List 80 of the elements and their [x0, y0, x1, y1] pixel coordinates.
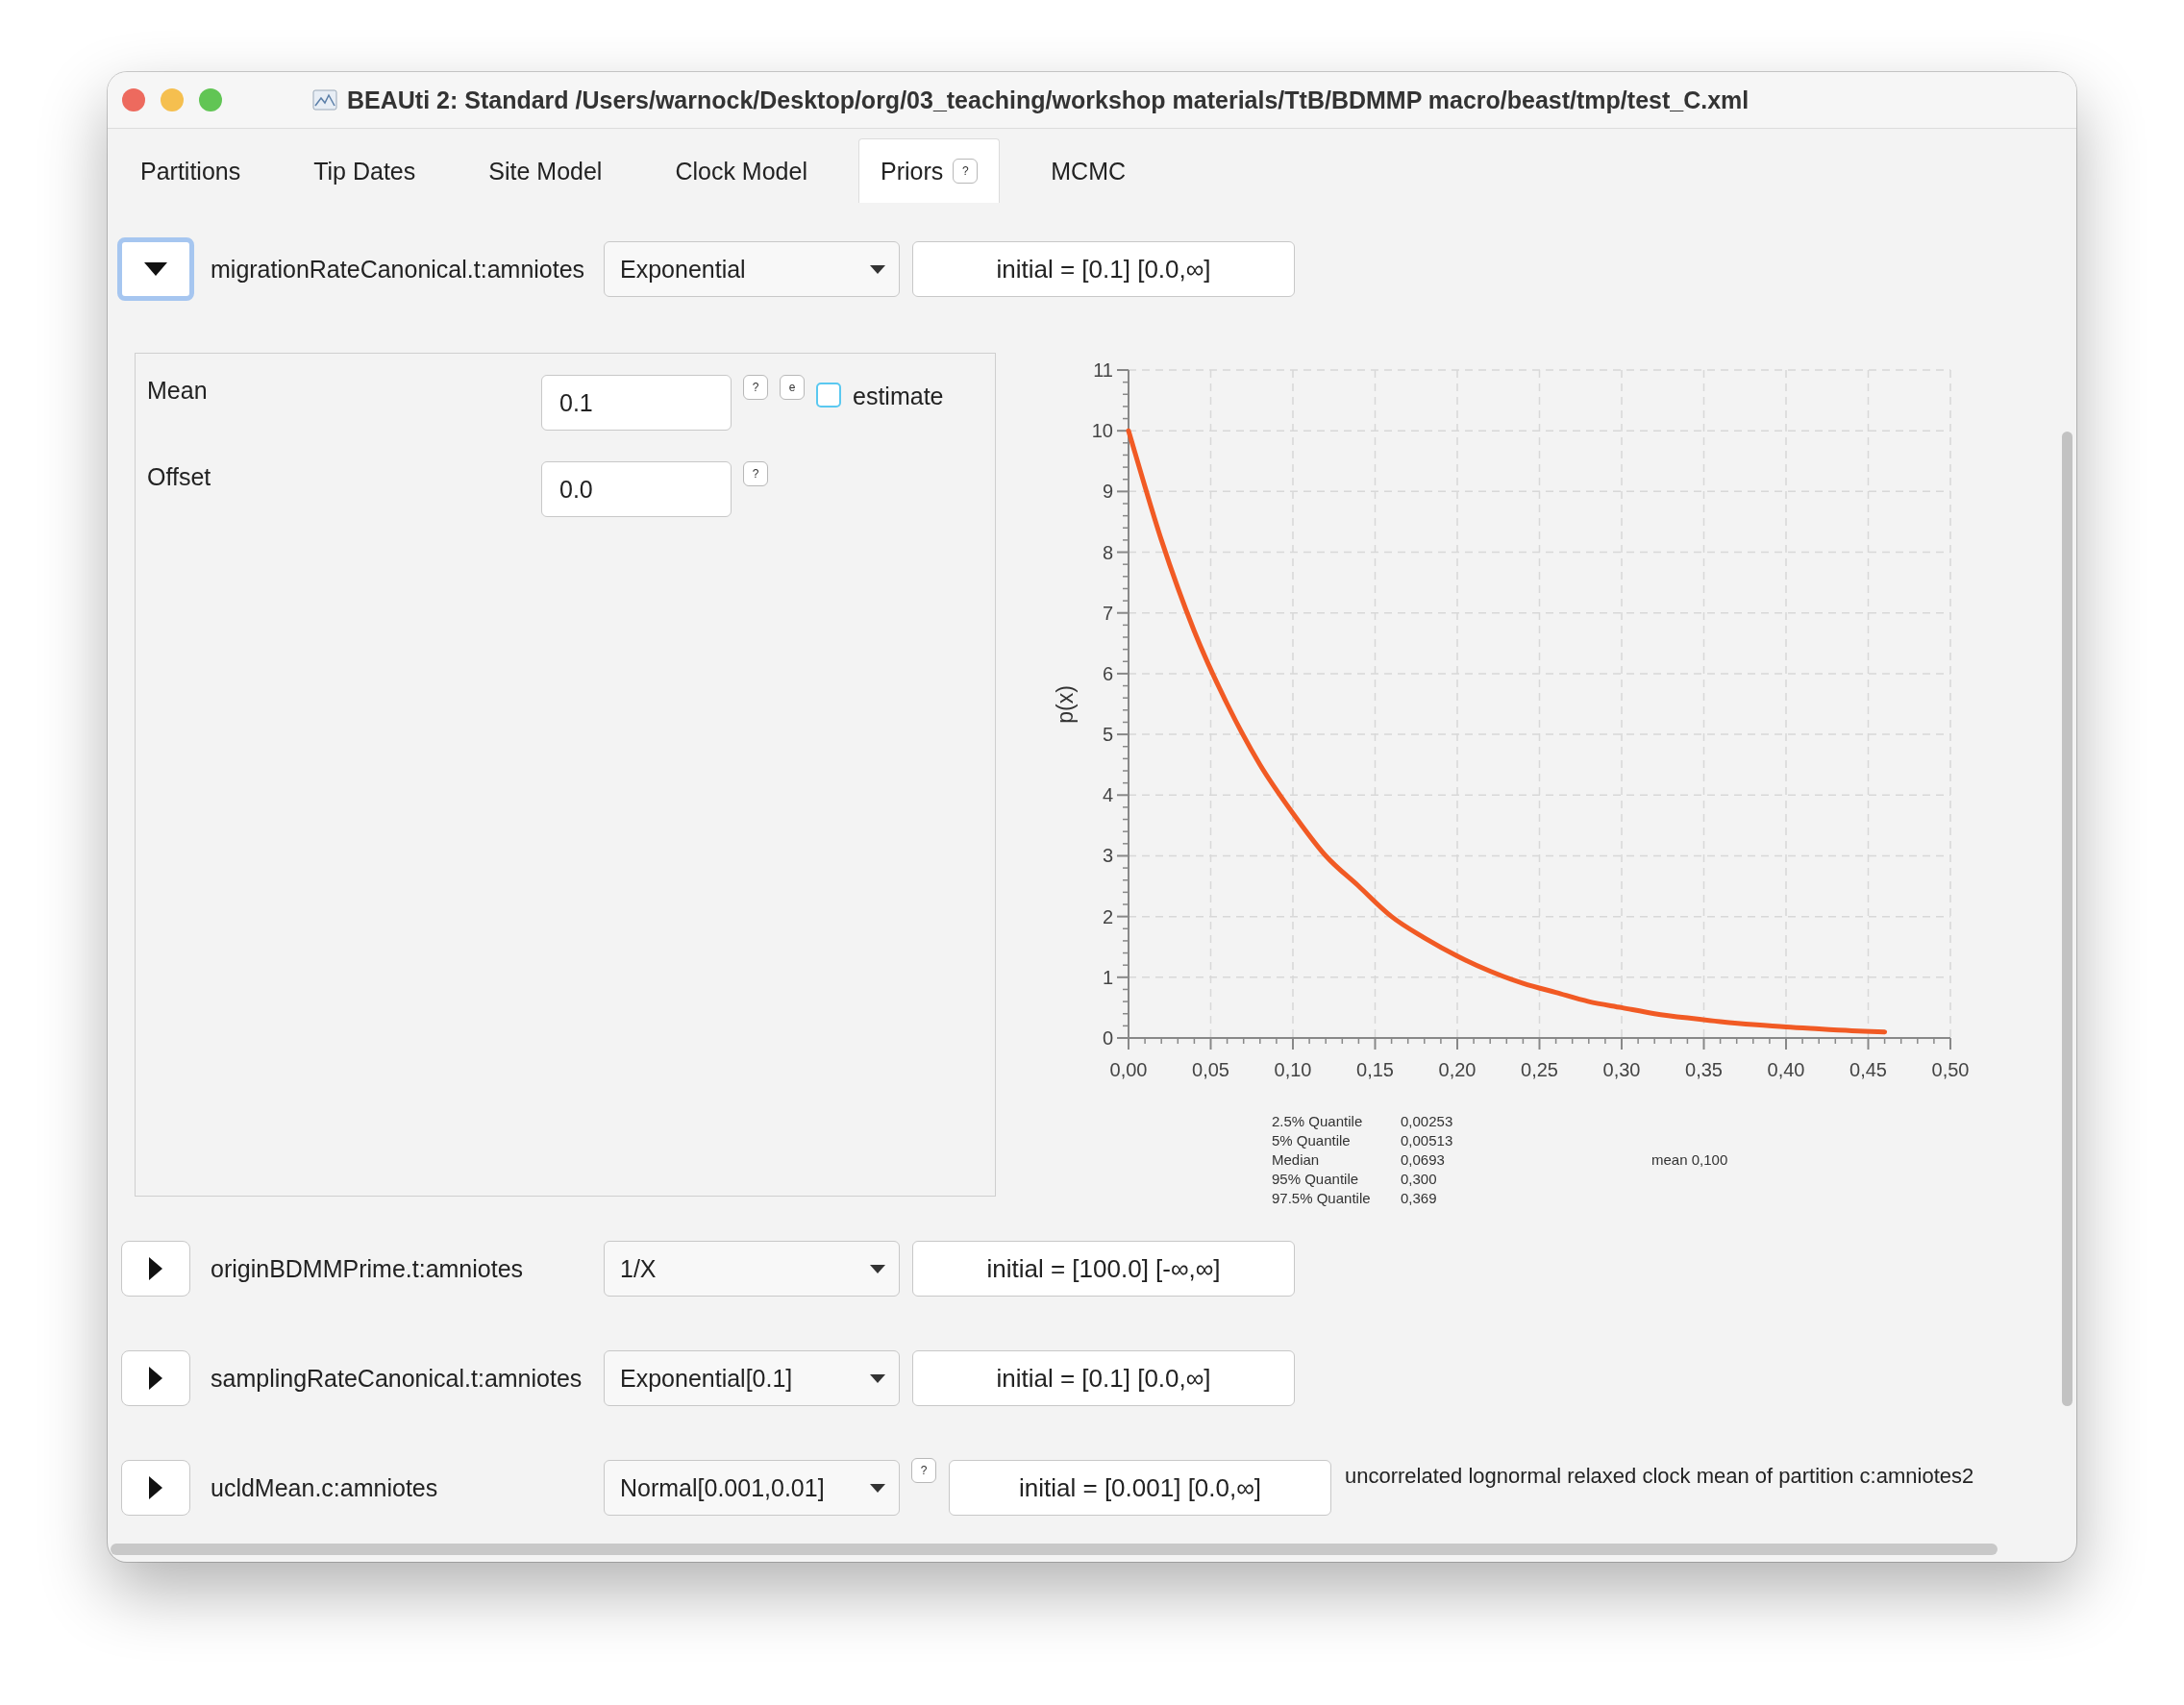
horizontal-scrollbar[interactable]	[111, 1544, 1998, 1555]
quantile-value: 0,00513	[1401, 1131, 1454, 1150]
quantile-value: 0,0693	[1401, 1150, 1446, 1170]
small-button[interactable]: ?	[743, 375, 768, 400]
tick-label: 8	[1102, 541, 1113, 563]
tick-label: 3	[1102, 845, 1113, 867]
distribution-dropdown[interactable]: Exponential[0.1]	[604, 1350, 900, 1406]
distribution-dropdown[interactable]: Exponential	[604, 241, 900, 297]
tick-label: 10	[1091, 420, 1113, 442]
tick-label: 0,10	[1274, 1059, 1312, 1080]
tick-label: 11	[1093, 359, 1113, 381]
tab[interactable]: Partitions	[118, 138, 263, 203]
tick-label: 0,30	[1602, 1059, 1641, 1080]
prior-name: samplingRateCanonical.t:amniotes	[211, 1364, 583, 1393]
quantile-value: 0,369	[1401, 1189, 1438, 1208]
expand-toggle-button[interactable]	[121, 1460, 190, 1516]
quantile-label: 2.5% Quantile	[1272, 1112, 1364, 1131]
tab[interactable]: Priors ?	[857, 138, 1001, 203]
tab[interactable]: Tip Dates	[291, 138, 438, 203]
prior-name: migrationRateCanonical.t:amniotes	[211, 255, 586, 284]
tick-label: 0,45	[1849, 1059, 1887, 1080]
prior-name: ucldMean.c:amniotes	[211, 1473, 439, 1502]
small-button[interactable]: ?	[743, 461, 768, 486]
checkbox-label: estimate	[853, 383, 944, 410]
tick-label: 0,40	[1767, 1059, 1805, 1080]
parameter-field[interactable]: 0.1	[541, 375, 732, 431]
quantile-label: 5% Quantile	[1272, 1131, 1352, 1150]
tick-label: 0,35	[1685, 1059, 1723, 1080]
caret-down-icon	[870, 1264, 885, 1273]
quantile-label: 95% Quantile	[1272, 1170, 1360, 1189]
app-icon	[312, 89, 337, 111]
tab[interactable]: MCMC	[1029, 138, 1149, 203]
estimate-checkbox[interactable]	[816, 383, 841, 408]
initial-value-button[interactable]: initial = [0.001] [0.0,∞]	[949, 1460, 1331, 1516]
tick-label: 6	[1102, 662, 1113, 684]
help-button[interactable]: ?	[953, 159, 979, 184]
quantile-value: 0,00253	[1401, 1112, 1454, 1131]
tick-label: 0,00	[1109, 1059, 1148, 1080]
distribution-dropdown[interactable]: 1/X	[604, 1241, 900, 1297]
caret-down-icon	[870, 1373, 885, 1383]
initial-value-button[interactable]: initial = [100.0] [-∞,∞]	[912, 1241, 1295, 1297]
prior-description: uncorrelated lognormal relaxed clock mean of partition c:amniotes2	[1345, 1464, 1974, 1489]
tick-label: 7	[1102, 602, 1113, 624]
caret-down-icon	[870, 1483, 885, 1493]
mean-value: mean 0,100	[1651, 1150, 1729, 1170]
quantile-label: Median	[1272, 1150, 1321, 1170]
prior-name: originBDMMPrime.t:amniotes	[211, 1254, 525, 1283]
tab[interactable]: Site Model	[466, 138, 625, 203]
tick-label: 9	[1102, 481, 1113, 503]
expand-toggle-button[interactable]	[121, 1350, 190, 1406]
tick-label: 0,20	[1438, 1059, 1477, 1080]
expand-toggle-button[interactable]	[121, 1241, 190, 1297]
y-axis-label: p(x)	[1053, 685, 1078, 724]
parameter-label: Mean	[147, 376, 209, 405]
tick-label: 0,05	[1192, 1059, 1229, 1080]
tick-label: 0,50	[1931, 1059, 1970, 1080]
tab[interactable]: Clock Model	[653, 138, 830, 203]
tick-label: 2	[1102, 905, 1113, 927]
vertical-scrollbar[interactable]	[2062, 432, 2072, 1406]
tick-label: 5	[1102, 724, 1113, 746]
expand-toggle-button[interactable]	[117, 237, 194, 301]
window-title: BEAUti 2: Standard /Users/warnock/Desktop/org/03_teaching/workshop materials/TtB/BDMMP macro/beast/tmp/test_C.xml	[347, 86, 1750, 114]
help-button[interactable]: ?	[911, 1458, 936, 1483]
small-button[interactable]: e	[780, 375, 805, 400]
tick-label: 4	[1102, 784, 1113, 806]
parameter-label: Offset	[147, 462, 212, 491]
distribution-dropdown[interactable]: Normal[0.001,0.01]	[604, 1460, 900, 1516]
tick-label: 0,15	[1356, 1059, 1394, 1080]
parameter-field[interactable]: 0.0	[541, 461, 732, 517]
close-icon[interactable]	[122, 88, 145, 111]
quantile-value: 0,300	[1401, 1170, 1438, 1189]
caret-down-icon	[870, 264, 885, 274]
tick-label: 0	[1102, 1027, 1113, 1049]
quantile-label: 97.5% Quantile	[1272, 1189, 1372, 1208]
initial-value-button[interactable]: initial = [0.1] [0.0,∞]	[912, 1350, 1295, 1406]
zoom-icon[interactable]	[199, 88, 222, 111]
minimize-icon[interactable]	[161, 88, 184, 111]
tick-label: 1	[1102, 966, 1113, 988]
initial-value-button[interactable]: initial = [0.1] [0.0,∞]	[912, 241, 1295, 297]
tick-label: 0,25	[1521, 1059, 1558, 1080]
